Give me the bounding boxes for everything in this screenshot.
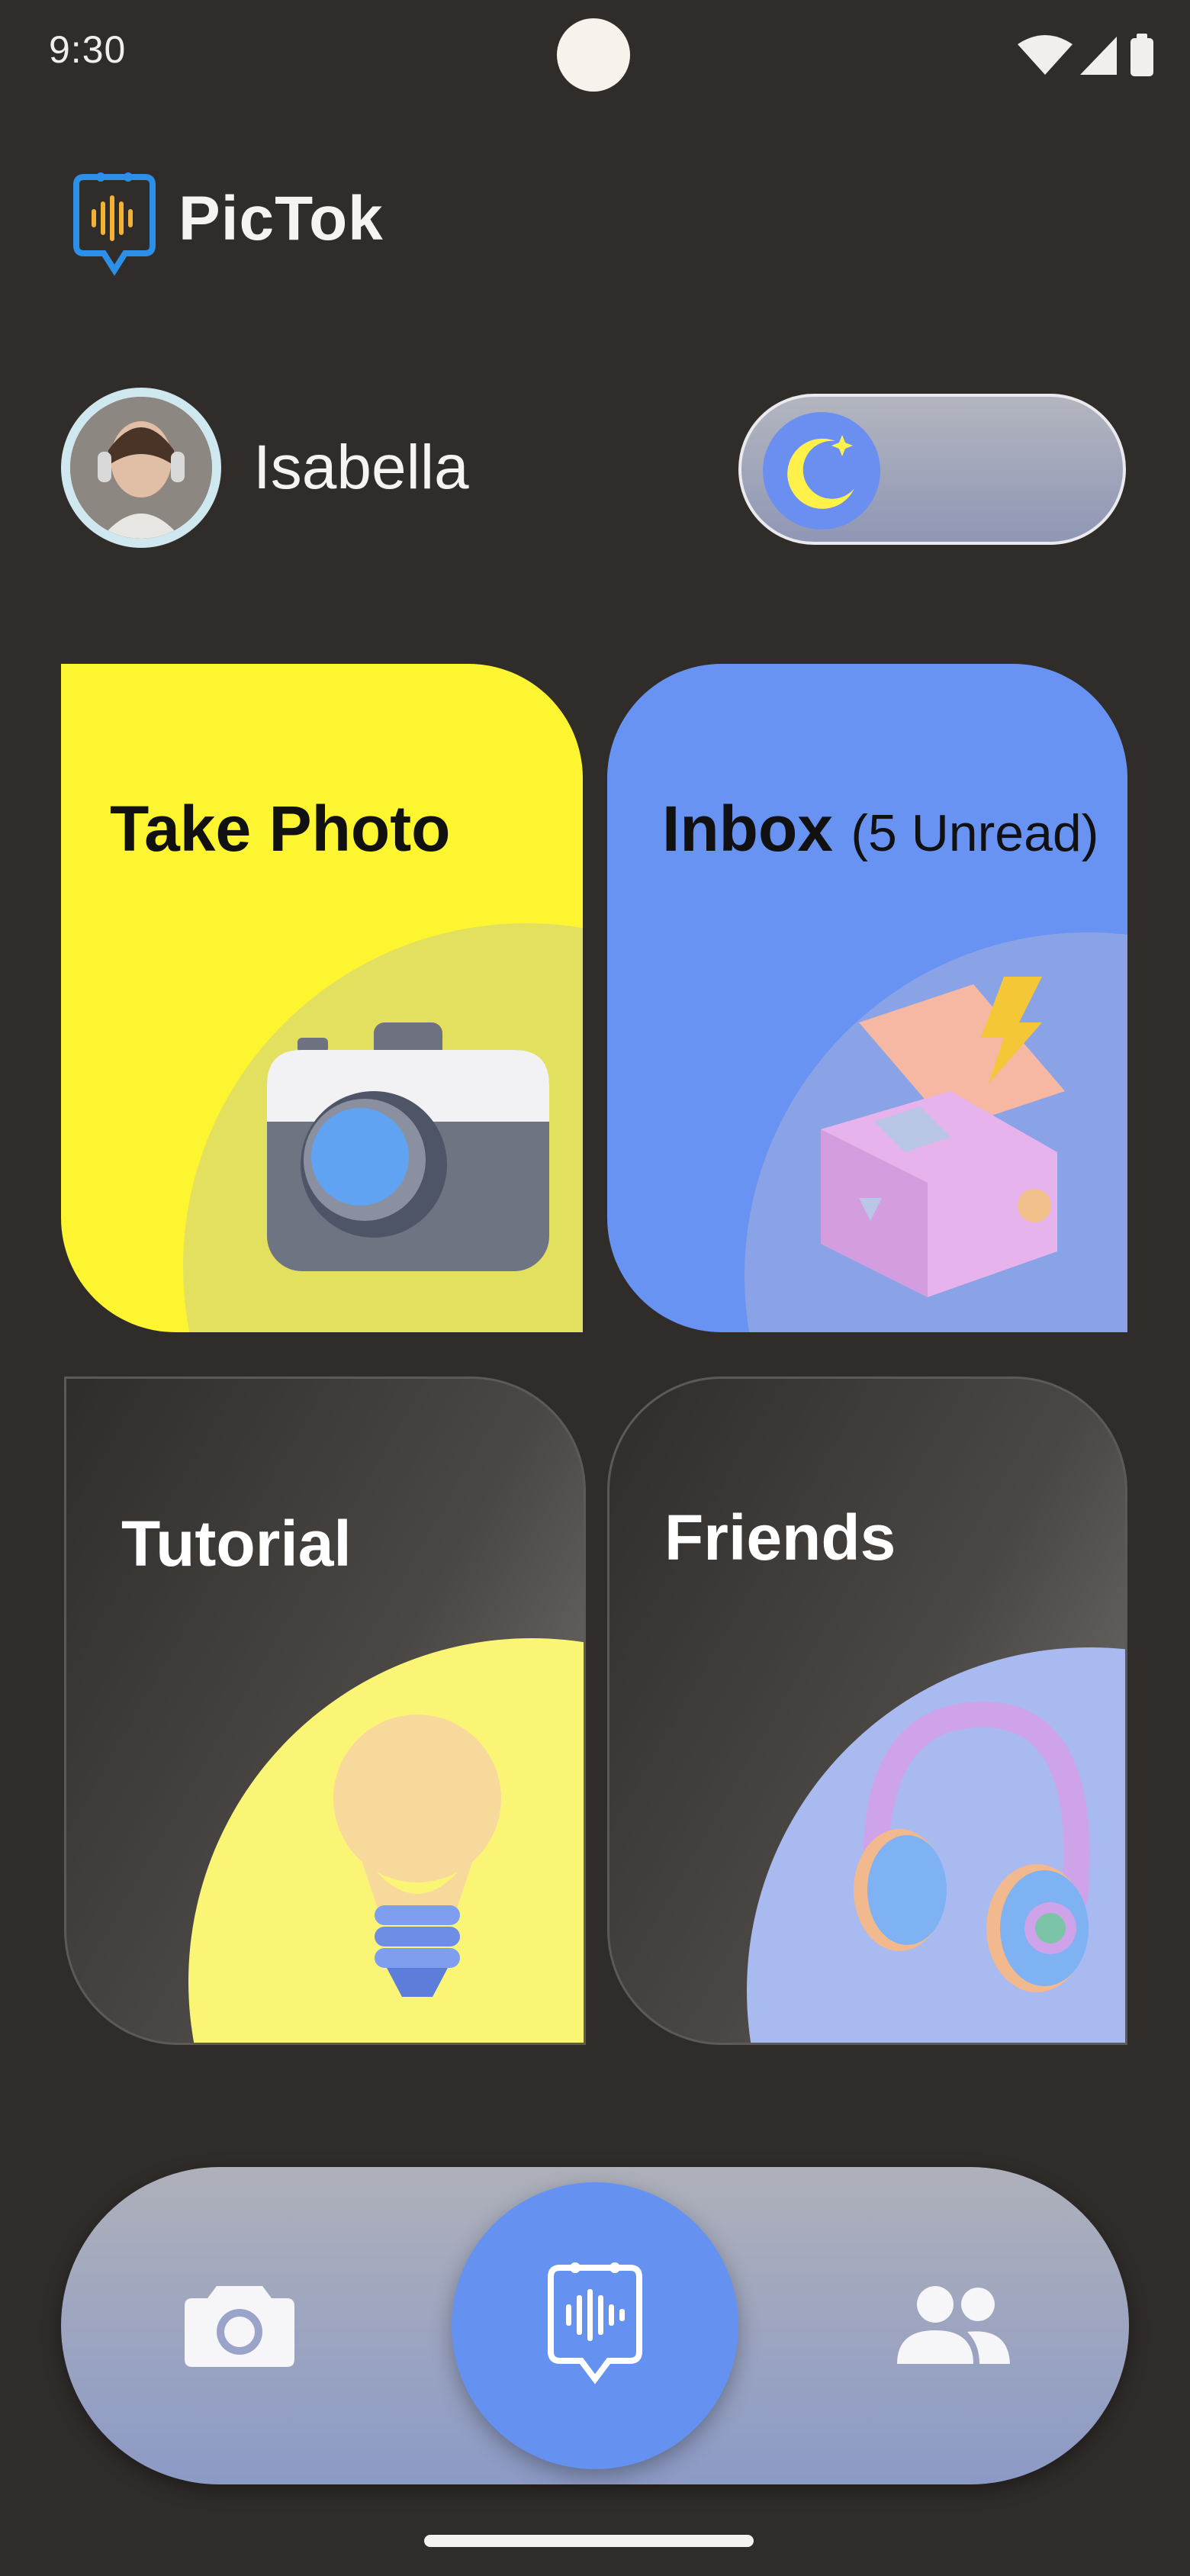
- home-indicator[interactable]: [424, 2535, 754, 2547]
- toggle-knob: [763, 412, 880, 530]
- inbox-label: Inbox: [662, 793, 833, 865]
- status-icons: [1018, 34, 1153, 76]
- gift-box-icon: [821, 977, 1065, 1297]
- app-title: PicTok: [178, 184, 384, 253]
- pictok-logo-icon: [73, 172, 156, 276]
- friends-card[interactable]: Friends: [607, 1377, 1127, 2045]
- headphones-icon: [854, 1701, 1090, 1992]
- tutorial-title: Tutorial: [121, 1508, 352, 1579]
- status-time: 9:30: [49, 28, 127, 71]
- user-avatar-photo: [70, 397, 212, 539]
- username: Isabella: [253, 433, 469, 502]
- signal-icon: [1080, 37, 1117, 75]
- theme-toggle[interactable]: [738, 394, 1126, 545]
- camera-icon: [267, 1022, 549, 1271]
- camera-cutout: [557, 18, 630, 92]
- camera-icon[interactable]: [183, 2280, 296, 2368]
- pictok-logo-icon: [548, 2262, 642, 2384]
- friends-title: Friends: [664, 1502, 896, 1573]
- nav-home-button[interactable]: [452, 2182, 738, 2469]
- moon-icon: [787, 435, 854, 509]
- inbox-card[interactable]: Inbox (5 Unread): [607, 664, 1127, 1332]
- lightbulb-icon: [333, 1715, 501, 1997]
- wifi-icon: [1018, 35, 1073, 75]
- group-icon[interactable]: [894, 2285, 1011, 2364]
- inbox-unread-count: (5 Unread): [851, 804, 1099, 862]
- take-photo-card[interactable]: Take Photo: [61, 664, 583, 1332]
- avatar[interactable]: [61, 388, 221, 548]
- inbox-title: Inbox (5 Unread): [662, 792, 1098, 866]
- tutorial-card[interactable]: Tutorial: [64, 1377, 586, 2045]
- take-photo-title: Take Photo: [110, 793, 451, 865]
- battery-icon: [1130, 38, 1153, 76]
